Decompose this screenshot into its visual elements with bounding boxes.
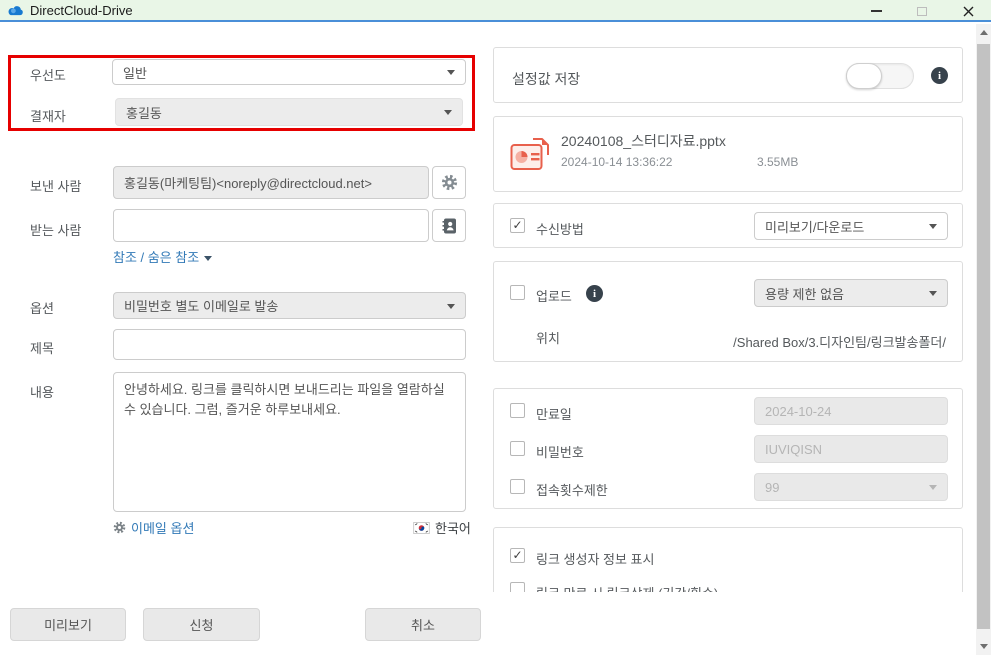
- link-info-card: 링크 생성자 정보 표시 링크 만료 시 링크삭제 (기간/횟수): [493, 527, 963, 592]
- submit-button[interactable]: 신청: [143, 608, 260, 641]
- email-options-link[interactable]: 이메일 옵션: [113, 518, 194, 537]
- arrow-down-icon: [980, 644, 988, 649]
- scroll-down-button[interactable]: [976, 638, 991, 655]
- info-icon[interactable]: [931, 67, 948, 84]
- receive-method-value: 미리보기/다운로드: [765, 217, 864, 236]
- approver-label: 결재자: [30, 106, 66, 125]
- maximize-button[interactable]: [899, 0, 945, 22]
- cc-bcc-link-label: 참조 / 숨은 참조: [113, 250, 199, 265]
- pptx-file-icon: [510, 137, 550, 171]
- file-modified: 2024-10-14 13:36:22: [561, 155, 672, 169]
- file-size: 3.55MB: [757, 155, 798, 169]
- close-button[interactable]: [945, 0, 991, 22]
- preview-button[interactable]: 미리보기: [10, 608, 126, 641]
- expiry-input: 2024-10-24: [754, 397, 948, 425]
- subject-label: 제목: [30, 338, 54, 357]
- password-label: 비밀번호: [536, 442, 584, 461]
- receive-method-card: 수신방법 미리보기/다운로드: [493, 203, 963, 248]
- gear-icon: [113, 521, 126, 534]
- access-limit-select: 99: [754, 473, 948, 501]
- location-value: /Shared Box/3.디자인팀/링크발송폴더/: [733, 332, 946, 351]
- priority-value: 일반: [123, 63, 147, 82]
- password-checkbox[interactable]: [510, 441, 525, 456]
- show-creator-label: 링크 생성자 정보 표시: [536, 549, 654, 568]
- window-title: DirectCloud-Drive: [30, 3, 133, 18]
- link-settings-panel: 설정값 저장 20240108_스터디자료.pptx 2024-10-14 13…: [490, 24, 976, 592]
- expire-delete-label: 링크 만료 시 링크삭제 (기간/횟수): [536, 583, 718, 592]
- minimize-button[interactable]: [853, 0, 899, 22]
- option-label: 옵션: [30, 298, 54, 317]
- korean-flag-icon: [413, 522, 430, 534]
- file-name: 20240108_스터디자료.pptx: [561, 131, 726, 151]
- save-settings-label: 설정값 저장: [512, 69, 580, 89]
- chevron-down-icon: [929, 485, 937, 490]
- save-settings-card: 설정값 저장: [493, 47, 963, 103]
- sender-value: 홍길동(마케팅팀)<noreply@directcloud.net>: [124, 173, 372, 192]
- access-limit-value: 99: [765, 480, 779, 495]
- priority-label: 우선도: [30, 65, 66, 84]
- close-icon: [963, 6, 974, 17]
- file-card: 20240108_스터디자료.pptx 2024-10-14 13:36:22 …: [493, 116, 963, 192]
- expiry-checkbox[interactable]: [510, 403, 525, 418]
- chevron-down-icon: [447, 304, 455, 309]
- language-label: 한국어: [435, 518, 471, 537]
- show-creator-checkbox[interactable]: [510, 548, 525, 563]
- receive-method-select[interactable]: 미리보기/다운로드: [754, 212, 948, 240]
- scroll-up-button[interactable]: [976, 24, 991, 41]
- language-selector[interactable]: 한국어: [413, 518, 471, 537]
- receive-method-checkbox[interactable]: [510, 218, 525, 233]
- recipient-input[interactable]: [113, 209, 429, 242]
- chevron-down-icon: [929, 224, 937, 229]
- maximize-icon: [917, 7, 927, 16]
- toggle-knob: [846, 63, 882, 89]
- upload-capacity-select[interactable]: 용량 제한 없음: [754, 279, 948, 307]
- receive-method-label: 수신방법: [536, 219, 584, 238]
- window-controls: [853, 0, 991, 22]
- title-bar: DirectCloud-Drive: [0, 0, 991, 22]
- expire-delete-checkbox[interactable]: [510, 582, 525, 592]
- arrow-up-icon: [980, 30, 988, 35]
- upload-capacity-value: 용량 제한 없음: [765, 284, 844, 303]
- approver-value: 홍길동: [126, 103, 162, 122]
- chevron-down-icon: [204, 256, 212, 261]
- body-label: 내용: [30, 382, 54, 401]
- location-label: 위치: [536, 328, 560, 347]
- sender-value-box: 홍길동(마케팅팀)<noreply@directcloud.net>: [113, 166, 429, 199]
- upload-label: 업로드: [536, 286, 572, 305]
- info-icon[interactable]: [586, 285, 603, 302]
- upload-card: 업로드 용량 제한 없음 위치 /Shared Box/3.디자인팀/링크발송폴…: [493, 261, 963, 362]
- cancel-button[interactable]: 취소: [365, 608, 481, 641]
- approver-select[interactable]: 홍길동: [115, 98, 463, 126]
- sender-label: 보낸 사람: [30, 176, 81, 195]
- minimize-icon: [871, 10, 882, 12]
- chevron-down-icon: [447, 70, 455, 75]
- chevron-down-icon: [929, 291, 937, 296]
- restrictions-card: 만료일 2024-10-24 비밀번호 IUVIQISN 접속횟수제한 99: [493, 388, 963, 509]
- email-options-link-label: 이메일 옵션: [131, 518, 194, 537]
- gear-icon: [441, 174, 458, 191]
- vertical-scrollbar[interactable]: [976, 24, 991, 655]
- address-book-icon: [442, 218, 457, 234]
- sender-settings-button[interactable]: [432, 166, 466, 199]
- address-book-button[interactable]: [432, 209, 466, 242]
- expiry-label: 만료일: [536, 404, 572, 423]
- access-limit-checkbox[interactable]: [510, 479, 525, 494]
- expiry-value: 2024-10-24: [765, 404, 832, 419]
- priority-select[interactable]: 일반: [112, 59, 466, 85]
- access-limit-label: 접속횟수제한: [536, 480, 608, 499]
- scrollbar-thumb[interactable]: [977, 44, 990, 629]
- subject-input[interactable]: [113, 329, 466, 360]
- body-textarea[interactable]: 안녕하세요. 링크를 클릭하시면 보내드리는 파일을 열람하실 수 있습니다. …: [113, 372, 466, 512]
- app-logo-cloud-icon: [7, 4, 24, 17]
- password-value: IUVIQISN: [765, 442, 822, 457]
- cc-bcc-link[interactable]: 참조 / 숨은 참조: [113, 247, 212, 266]
- password-input: IUVIQISN: [754, 435, 948, 463]
- option-value: 비밀번호 별도 이메일로 발송: [124, 296, 278, 315]
- option-select[interactable]: 비밀번호 별도 이메일로 발송: [113, 292, 466, 319]
- chevron-down-icon: [444, 110, 452, 115]
- recipient-label: 받는 사람: [30, 220, 81, 239]
- save-settings-toggle[interactable]: [846, 63, 914, 89]
- upload-checkbox[interactable]: [510, 285, 525, 300]
